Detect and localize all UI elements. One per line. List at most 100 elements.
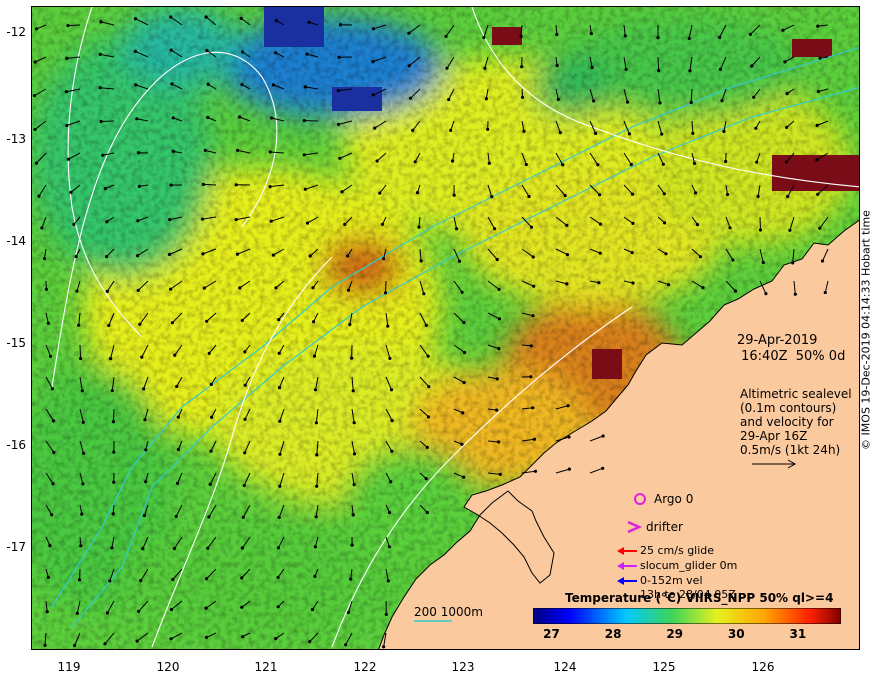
velocity-arrow-head bbox=[268, 150, 272, 154]
lat-tick-label: -15 bbox=[6, 336, 26, 350]
velocity-arrow bbox=[657, 56, 660, 71]
velocity-arrow-head bbox=[348, 322, 352, 327]
velocity-arrow-head bbox=[561, 163, 565, 167]
velocity-arrow-head bbox=[386, 579, 390, 583]
velocity-arrow-head bbox=[307, 20, 311, 24]
velocity-arrow-head bbox=[269, 219, 273, 223]
velocity-arrow-head bbox=[105, 611, 109, 615]
velocity-arrow-head bbox=[733, 289, 738, 293]
velocity-arrow-head bbox=[695, 223, 700, 227]
velocity-arrow-head bbox=[463, 350, 467, 355]
velocity-arrow-head bbox=[793, 292, 797, 296]
velocity-arrow-head bbox=[527, 194, 531, 199]
velocity-arrow-head bbox=[816, 89, 821, 94]
velocity-arrow-head bbox=[169, 48, 173, 52]
velocity-arrow-head bbox=[589, 32, 593, 36]
velocity-arrow-head bbox=[495, 377, 499, 381]
velocity-arrow-head bbox=[80, 389, 84, 393]
velocity-arrow-head bbox=[781, 28, 785, 32]
velocity-arrow-head bbox=[371, 93, 375, 97]
velocity-arrow-head bbox=[688, 69, 692, 73]
velocity-arrow-head bbox=[111, 420, 115, 424]
altimetry-line: 29-Apr 16Z bbox=[740, 429, 808, 443]
lon-tick-label: 124 bbox=[553, 660, 577, 674]
velocity-arrow-head bbox=[107, 323, 111, 328]
velocity-arrow-head bbox=[444, 34, 448, 38]
velocity-arrow-head bbox=[791, 261, 795, 265]
velocity-arrow-head bbox=[314, 421, 318, 425]
velocity-arrow-head bbox=[277, 515, 281, 519]
velocity-arrow-head bbox=[209, 382, 213, 386]
argo-marker-icon bbox=[634, 493, 646, 505]
velocity-arrow-head bbox=[201, 252, 205, 256]
velocity-arrow bbox=[112, 408, 115, 422]
map-frame[interactable] bbox=[31, 6, 860, 650]
velocity-arrow-head bbox=[722, 129, 726, 133]
velocity-arrow-head bbox=[204, 606, 208, 610]
velocity-arrow-head bbox=[624, 67, 628, 71]
velocity-arrow-head bbox=[625, 100, 630, 104]
velocity-arrow-head bbox=[532, 437, 536, 441]
velocity-arrow-head bbox=[340, 190, 344, 194]
velocity-arrow-head bbox=[731, 258, 735, 262]
velocity-arrow bbox=[79, 344, 82, 359]
velocity-arrow-head bbox=[384, 612, 388, 617]
lat-tick-label: -16 bbox=[6, 438, 26, 452]
velocity-arrow-head bbox=[422, 292, 426, 296]
velocity-arrow-head bbox=[452, 193, 456, 197]
lon-tick-label: 123 bbox=[451, 660, 475, 674]
velocity-arrow-head bbox=[495, 257, 499, 262]
velocity-arrow-head bbox=[590, 65, 594, 70]
velocity-arrow-head bbox=[174, 514, 178, 518]
velocity-arrow-head bbox=[662, 221, 667, 225]
velocity-arrow-head bbox=[657, 69, 661, 73]
velocity-arrow-head bbox=[40, 226, 44, 230]
velocity-arrow-head bbox=[103, 187, 107, 191]
velocity-arrow-head bbox=[302, 119, 306, 123]
velocity-arrow-head bbox=[748, 32, 753, 36]
velocity-arrow-head bbox=[243, 417, 247, 421]
velocity-arrow-head bbox=[32, 94, 37, 98]
velocity-arrow-head bbox=[313, 388, 318, 392]
velocity-arrow-head bbox=[691, 131, 695, 135]
legend-glide: 25 cm/s glide bbox=[640, 544, 715, 557]
velocity-arrow-head bbox=[336, 122, 341, 126]
velocity-arrow-head bbox=[344, 643, 348, 647]
velocity-arrow-head bbox=[135, 639, 139, 643]
velocity-arrow-head bbox=[66, 157, 71, 161]
velocity-arrow-head bbox=[135, 117, 139, 121]
velocity-arrow-head bbox=[425, 445, 429, 449]
velocity-arrow-head bbox=[346, 610, 351, 615]
velocity-arrow-head bbox=[519, 34, 523, 39]
velocity-arrow-head bbox=[315, 484, 319, 488]
velocity-arrow-head bbox=[138, 322, 142, 326]
velocity-arrow-head bbox=[34, 161, 39, 165]
velocity-arrow-head bbox=[143, 418, 147, 422]
velocity-arrow-head bbox=[171, 577, 175, 582]
legend-slocum: slocum_glider 0m bbox=[640, 559, 738, 572]
velocity-arrow-head bbox=[497, 347, 501, 351]
velocity-arrow-head bbox=[135, 254, 140, 258]
colorbar-label: 30 bbox=[727, 627, 745, 641]
velocity-arrow-head bbox=[728, 226, 732, 230]
velocity-arrow-head bbox=[112, 450, 116, 454]
velocity-arrow-head bbox=[555, 32, 559, 37]
velocity-arrow-head bbox=[64, 90, 68, 94]
velocity-arrow-head bbox=[176, 415, 180, 419]
velocity-arrow-head bbox=[701, 286, 705, 290]
lat-tick-label: -12 bbox=[6, 25, 26, 39]
velocity-arrow-head bbox=[451, 159, 455, 163]
velocity-arrow-head bbox=[623, 34, 627, 38]
velocity-arrow-head bbox=[408, 96, 413, 100]
velocity-arrow-head bbox=[46, 321, 50, 325]
velocity-arrow-head bbox=[268, 185, 272, 189]
velocity-arrow-head bbox=[387, 545, 391, 549]
velocity-arrow-head bbox=[109, 357, 113, 361]
velocity-arrow-head bbox=[419, 259, 423, 263]
velocity-arrow-head bbox=[136, 219, 140, 223]
velocity-arrow-head bbox=[169, 183, 173, 187]
scale-arrow-icon bbox=[752, 459, 797, 469]
velocity-arrow-head bbox=[234, 218, 238, 222]
velocity-arrow-head bbox=[274, 19, 278, 23]
velocity-arrow-head bbox=[35, 27, 39, 31]
